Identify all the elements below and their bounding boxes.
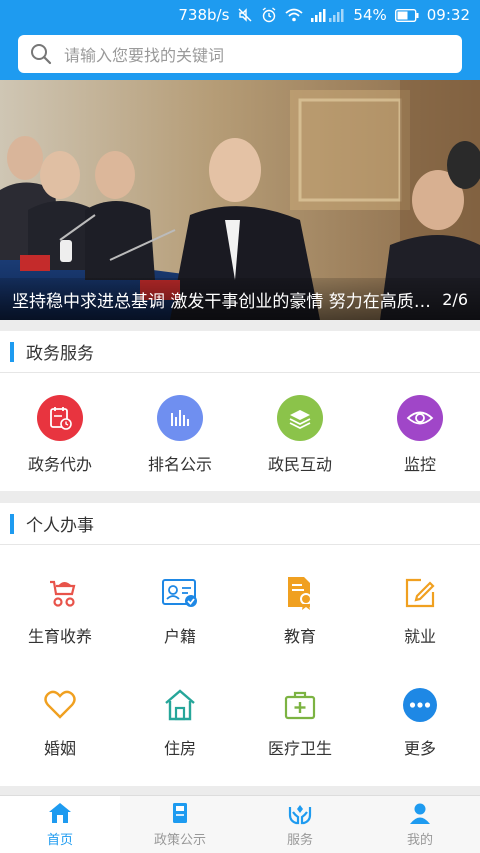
top-header: 738b/s 54% 09:32 请输入您要找的关键词 — [0, 0, 480, 80]
home-icon — [49, 803, 71, 823]
personal-item-education[interactable]: 教育 — [240, 573, 360, 647]
mute-icon — [237, 7, 253, 23]
battery-percent: 54% — [353, 6, 387, 24]
section-header: 政务服务 — [0, 331, 480, 373]
personal-item-birth[interactable]: 生育收养 — [0, 573, 120, 647]
battery-icon — [394, 8, 419, 22]
bar-chart-icon — [157, 395, 203, 441]
tab-mine[interactable]: 我的 — [360, 796, 480, 853]
personal-item-label: 户籍 — [163, 627, 196, 646]
personal-item-label: 婚姻 — [43, 739, 76, 758]
tab-service[interactable]: 服务 — [240, 796, 360, 853]
gov-item-label: 政民互动 — [267, 455, 332, 474]
tab-label: 首页 — [46, 833, 73, 848]
gov-item-ranking[interactable]: 排名公示 — [120, 395, 240, 475]
section-title: 政务服务 — [26, 344, 94, 364]
gov-item-label: 排名公示 — [147, 455, 212, 474]
bottom-tab-bar: 首页 政策公示 服务 我的 — [0, 795, 480, 853]
gov-item-monitor[interactable]: 监控 — [360, 395, 480, 475]
more-icon — [400, 685, 440, 725]
news-carousel[interactable]: 坚持稳中求进总基调 激发干事创业的豪情 努力在高质量发展上走在前列 2/6 — [0, 80, 480, 320]
book-icon — [173, 803, 187, 823]
wifi-icon — [285, 8, 304, 22]
edit-icon — [400, 573, 440, 613]
signal-icon — [311, 8, 345, 22]
eye-icon — [397, 395, 443, 441]
user-icon — [410, 803, 430, 824]
tab-label: 我的 — [406, 833, 433, 848]
house-icon — [160, 685, 200, 725]
service-hands-icon — [288, 805, 312, 825]
tab-label: 政策公示 — [153, 833, 206, 848]
search-bar[interactable]: 请输入您要找的关键词 — [18, 35, 462, 73]
alarm-icon — [261, 7, 277, 23]
section-header: 个人办事 — [0, 503, 480, 545]
section-title: 个人办事 — [26, 516, 94, 536]
baby-stroller-icon — [40, 573, 80, 613]
personal-item-label: 更多 — [403, 739, 436, 758]
section-accent-bar — [10, 341, 14, 362]
personal-item-marriage[interactable]: 婚姻 — [0, 685, 120, 759]
personal-item-more[interactable]: 更多 — [360, 685, 480, 759]
network-speed: 738b/s — [178, 6, 230, 24]
layers-icon — [277, 395, 323, 441]
personal-item-household[interactable]: 户籍 — [120, 573, 240, 647]
personal-item-medical[interactable]: 医疗卫生 — [240, 685, 360, 759]
tab-label: 服务 — [286, 833, 313, 848]
tab-policy[interactable]: 政策公示 — [120, 796, 240, 853]
personal-item-employment[interactable]: 就业 — [360, 573, 480, 647]
personal-item-label: 住房 — [163, 739, 196, 758]
carousel-counter: 2/6 — [442, 289, 468, 309]
personal-affairs-section: 个人办事 生育收养 户籍 教育 就业 婚姻 住房 医疗卫生 更多 — [0, 503, 480, 786]
personal-item-label: 医疗卫生 — [267, 739, 332, 758]
status-bar: 738b/s 54% 09:32 — [0, 0, 480, 30]
gov-item-label: 监控 — [403, 455, 436, 474]
gov-item-proxy[interactable]: 政务代办 — [0, 395, 120, 475]
personal-item-label: 就业 — [403, 627, 436, 646]
carousel-caption-bar: 坚持稳中求进总基调 激发干事创业的豪情 努力在高质量发展上走在前列 2/6 — [0, 278, 480, 320]
personal-item-label: 教育 — [283, 627, 316, 646]
personal-item-label: 生育收养 — [27, 627, 92, 646]
search-placeholder[interactable]: 请输入您要找的关键词 — [64, 42, 224, 66]
carousel-caption[interactable]: 坚持稳中求进总基调 激发干事创业的豪情 努力在高质量发展上走在前列 — [12, 287, 432, 312]
section-accent-bar — [10, 513, 14, 534]
personal-item-housing[interactable]: 住房 — [120, 685, 240, 759]
heart-icon — [40, 685, 80, 725]
gov-item-interaction[interactable]: 政民互动 — [240, 395, 360, 475]
medical-kit-icon — [280, 685, 320, 725]
gov-item-label: 政务代办 — [27, 455, 92, 474]
id-card-icon — [160, 573, 200, 613]
calendar-clock-icon — [37, 395, 83, 441]
tab-home[interactable]: 首页 — [0, 796, 120, 853]
search-icon — [31, 44, 52, 65]
certificate-icon — [280, 573, 320, 613]
clock-time: 09:32 — [426, 6, 470, 24]
gov-services-section: 政务服务 政务代办 排名公示 政民互动 监控 — [0, 331, 480, 491]
